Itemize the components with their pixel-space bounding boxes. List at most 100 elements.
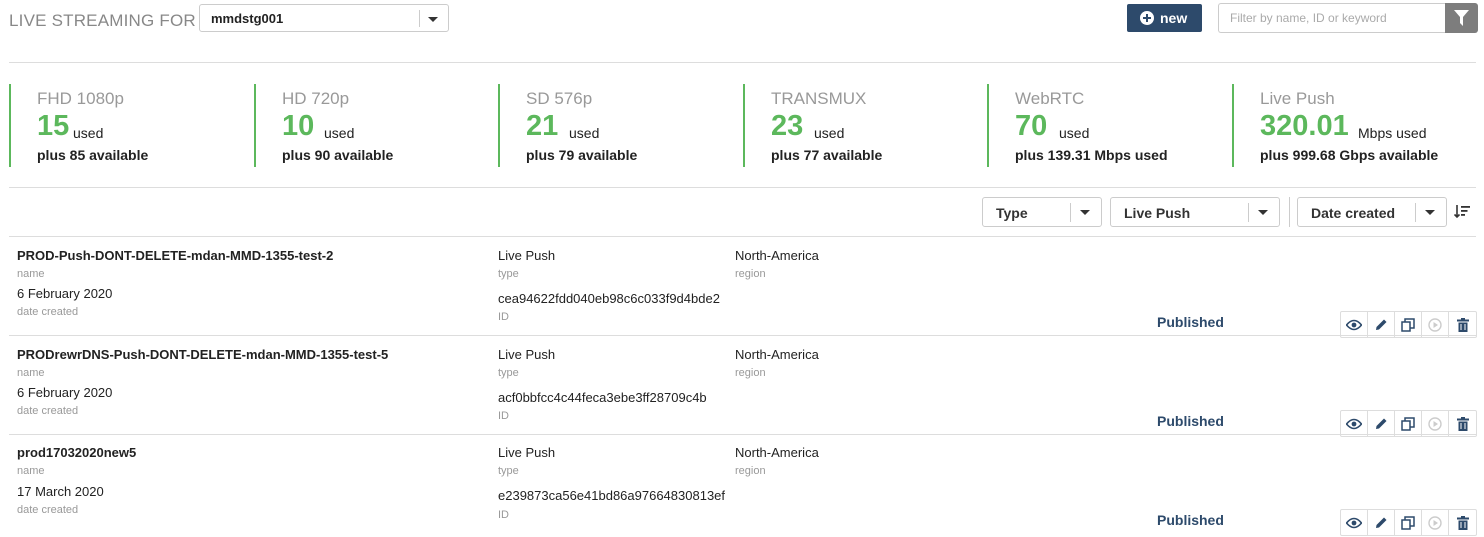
id-label: ID <box>498 311 509 323</box>
chevron-down-icon <box>1258 210 1268 215</box>
stream-row[interactable]: PRODrewrDNS-Push-DONT-DELETE-mdan-MMD-13… <box>9 335 1477 437</box>
name-label: name <box>17 465 45 477</box>
chevron-down-icon <box>1080 210 1090 215</box>
stat-value: 15 <box>37 110 70 142</box>
delete-button[interactable] <box>1449 510 1476 535</box>
stat-label: WebRTC <box>1015 89 1085 108</box>
id-label: ID <box>498 410 509 422</box>
stat-value: 23 <box>771 110 804 142</box>
stat-unit: Mbps used <box>1358 125 1427 141</box>
view-button[interactable] <box>1341 411 1368 436</box>
search-input[interactable] <box>1218 3 1446 33</box>
stat-live-push: Live Push 320.01 Mbps used plus 999.68 G… <box>1232 84 1476 167</box>
pencil-icon <box>1376 319 1387 330</box>
type-value-select[interactable]: Live Push <box>1110 197 1280 227</box>
stream-row[interactable]: prod17032020new5 name 17 March 2020 date… <box>9 434 1477 536</box>
copy-button[interactable] <box>1395 411 1422 436</box>
sort-direction-icon[interactable] <box>1453 203 1470 224</box>
stream-type: Live Push <box>498 445 556 460</box>
stream-name[interactable]: PRODrewrDNS-Push-DONT-DELETE-mdan-MMD-13… <box>17 347 388 362</box>
stat-unit: used <box>324 125 355 141</box>
chevron-down-icon <box>1425 210 1435 215</box>
stat-label: TRANSMUX <box>771 89 867 108</box>
date-label: date created <box>17 504 79 516</box>
divider <box>9 62 1476 63</box>
stat-unit: used <box>73 125 104 141</box>
eye-icon <box>1346 517 1362 528</box>
id-label: ID <box>498 509 509 521</box>
stat-fhd: FHD 1080p 15 used plus 85 available <box>9 84 254 167</box>
eye-icon <box>1346 418 1362 429</box>
stat-transmux: TRANSMUX 23 used plus 77 available <box>743 84 988 167</box>
stat-hd: HD 720p 10 used plus 90 available <box>254 84 499 167</box>
copy-button[interactable] <box>1395 510 1422 535</box>
type-label: type <box>498 268 519 280</box>
stat-extra: plus 77 available <box>771 147 883 163</box>
stream-id: acf0bbfcc4c44feca3ebe3ff28709c4b <box>498 390 707 405</box>
type-filter-select[interactable]: Type <box>982 197 1102 227</box>
name-label: name <box>17 268 45 280</box>
funnel-icon <box>1454 10 1469 26</box>
stream-region: North-America <box>735 248 819 263</box>
region-label: region <box>735 268 766 280</box>
stat-value: 320.01 <box>1260 110 1349 142</box>
stream-row[interactable]: PROD-Push-DONT-DELETE-mdan-MMD-1355-test… <box>9 236 1477 338</box>
view-button[interactable] <box>1341 312 1368 337</box>
date-created: 6 February 2020 <box>17 385 113 400</box>
new-button-label: new <box>1160 10 1188 26</box>
edit-button[interactable] <box>1368 411 1395 436</box>
new-stream-button[interactable]: new <box>1127 4 1202 32</box>
stat-label: Live Push <box>1260 89 1335 108</box>
view-button[interactable] <box>1341 510 1368 535</box>
trash-icon <box>1456 416 1469 431</box>
stat-label: SD 576p <box>526 89 593 108</box>
stream-type: Live Push <box>498 347 556 362</box>
delete-button[interactable] <box>1449 411 1476 436</box>
edit-button[interactable] <box>1368 312 1395 337</box>
stream-name[interactable]: prod17032020new5 <box>17 445 136 460</box>
stat-extra: plus 85 available <box>37 147 149 163</box>
pencil-icon <box>1376 418 1387 429</box>
play-button[interactable] <box>1422 411 1449 436</box>
select-divider <box>1070 203 1071 222</box>
trash-icon <box>1456 515 1469 530</box>
row-actions <box>1340 410 1477 437</box>
stat-unit: used <box>569 125 600 141</box>
stat-unit: used <box>1059 125 1090 141</box>
stat-extra: plus 79 available <box>526 147 638 163</box>
type-value-value: Live Push <box>1124 205 1191 221</box>
filter-divider <box>1289 197 1290 227</box>
stream-name[interactable]: PROD-Push-DONT-DELETE-mdan-MMD-1355-test… <box>17 248 333 263</box>
type-label: type <box>498 367 519 379</box>
stream-id: cea94622fdd040eb98c6c033f9d4bde2 <box>498 291 720 306</box>
type-label: type <box>498 465 519 477</box>
copy-icon <box>1401 515 1415 530</box>
account-select[interactable]: mmdstg001 <box>199 4 449 32</box>
stat-sd: SD 576p 21 used plus 79 available <box>498 84 743 167</box>
play-button[interactable] <box>1422 510 1449 535</box>
copy-button[interactable] <box>1395 312 1422 337</box>
play-button[interactable] <box>1422 312 1449 337</box>
date-created: 6 February 2020 <box>17 286 113 301</box>
sort-select-value: Date created <box>1311 205 1396 221</box>
stat-extra: plus 139.31 Mbps used <box>1015 147 1168 163</box>
sort-select[interactable]: Date created <box>1297 197 1447 227</box>
chevron-down-icon <box>428 17 438 22</box>
stat-extra: plus 90 available <box>282 147 394 163</box>
stat-value: 10 <box>282 110 315 142</box>
copy-icon <box>1401 317 1415 332</box>
stat-label: HD 720p <box>282 89 350 108</box>
stat-unit: used <box>814 125 845 141</box>
eye-icon <box>1346 319 1362 330</box>
copy-icon <box>1401 416 1415 431</box>
pencil-icon <box>1376 517 1387 528</box>
date-created: 17 March 2020 <box>17 484 104 499</box>
stat-value: 70 <box>1015 110 1048 142</box>
filter-button[interactable] <box>1445 3 1478 33</box>
header-bar: LIVE STREAMING FOR mmdstg001 new <box>0 0 1484 40</box>
delete-button[interactable] <box>1449 312 1476 337</box>
stream-id: e239873ca56e41bd86a97664830813ef <box>498 488 726 503</box>
stream-region: North-America <box>735 445 819 460</box>
play-circle-icon <box>1428 416 1442 431</box>
edit-button[interactable] <box>1368 510 1395 535</box>
